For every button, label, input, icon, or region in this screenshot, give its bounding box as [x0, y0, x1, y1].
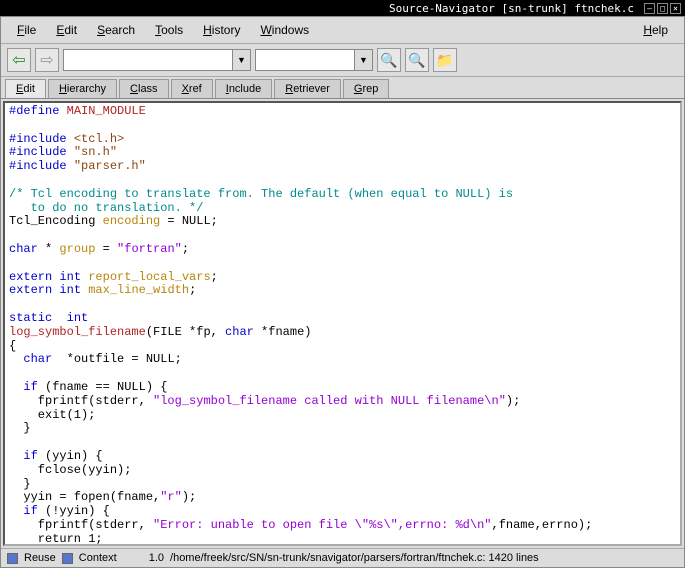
context-label: Context	[79, 552, 117, 564]
pattern-input[interactable]	[255, 49, 355, 71]
forward-arrow-icon: ⇨	[40, 50, 53, 70]
symbol-dropdown-icon[interactable]: ▼	[233, 49, 251, 71]
toolbar: ⇦ ⇨ ▼ ▼ 🔍 🔍 📁	[1, 44, 684, 77]
search-button[interactable]: 🔍	[405, 48, 429, 72]
symbol-combo: ▼	[63, 49, 251, 71]
tab-retriever[interactable]: Retriever	[274, 79, 341, 98]
forward-button[interactable]: ⇨	[35, 48, 59, 72]
pattern-combo: ▼	[255, 49, 373, 71]
menu-edit[interactable]: Edit	[48, 21, 85, 39]
code-editor[interactable]: #define MAIN_MODULE #include <tcl.h> #in…	[3, 101, 682, 546]
menu-tools[interactable]: Tools	[147, 21, 191, 39]
maximize-icon[interactable]: □	[657, 3, 668, 14]
menu-file[interactable]: File	[9, 21, 44, 39]
menu-help[interactable]: Help	[635, 21, 676, 39]
menubar: File Edit Search Tools History Windows H…	[1, 17, 684, 44]
ratio-label: 1.0	[149, 552, 164, 564]
tabbar: Edit Hierarchy Class Xref Include Retrie…	[1, 77, 684, 99]
path-label: /home/freek/src/SN/sn-trunk/snavigator/p…	[170, 552, 539, 564]
close-icon[interactable]: ×	[670, 3, 681, 14]
reuse-label: Reuse	[24, 552, 56, 564]
tab-xref[interactable]: Xref	[171, 79, 213, 98]
statusbar: Reuse Context 1.0 /home/freek/src/SN/sn-…	[1, 548, 684, 567]
menu-windows[interactable]: Windows	[252, 21, 317, 39]
symbol-input[interactable]	[63, 49, 233, 71]
find-icon: 🔍	[380, 52, 397, 69]
context-checkbox[interactable]	[62, 553, 73, 564]
menu-search[interactable]: Search	[89, 21, 143, 39]
open-button[interactable]: 📁	[433, 48, 457, 72]
folder-icon: 📁	[436, 52, 453, 69]
search-icon: 🔍	[408, 52, 425, 69]
main-window: File Edit Search Tools History Windows H…	[0, 16, 685, 568]
titlebar-text: Source-Navigator [sn-trunk] ftnchek.c	[389, 2, 634, 15]
minimize-icon[interactable]: –	[644, 3, 655, 14]
back-button[interactable]: ⇦	[7, 48, 31, 72]
pattern-dropdown-icon[interactable]: ▼	[355, 49, 373, 71]
titlebar: Source-Navigator [sn-trunk] ftnchek.c – …	[0, 0, 685, 16]
tab-hierarchy[interactable]: Hierarchy	[48, 79, 117, 98]
tab-grep[interactable]: Grep	[343, 79, 389, 98]
back-arrow-icon: ⇦	[12, 50, 25, 70]
find-button[interactable]: 🔍	[377, 48, 401, 72]
reuse-checkbox[interactable]	[7, 553, 18, 564]
tab-edit[interactable]: Edit	[5, 79, 46, 98]
tab-class[interactable]: Class	[119, 79, 169, 98]
menu-history[interactable]: History	[195, 21, 248, 39]
tab-include[interactable]: Include	[215, 79, 272, 98]
